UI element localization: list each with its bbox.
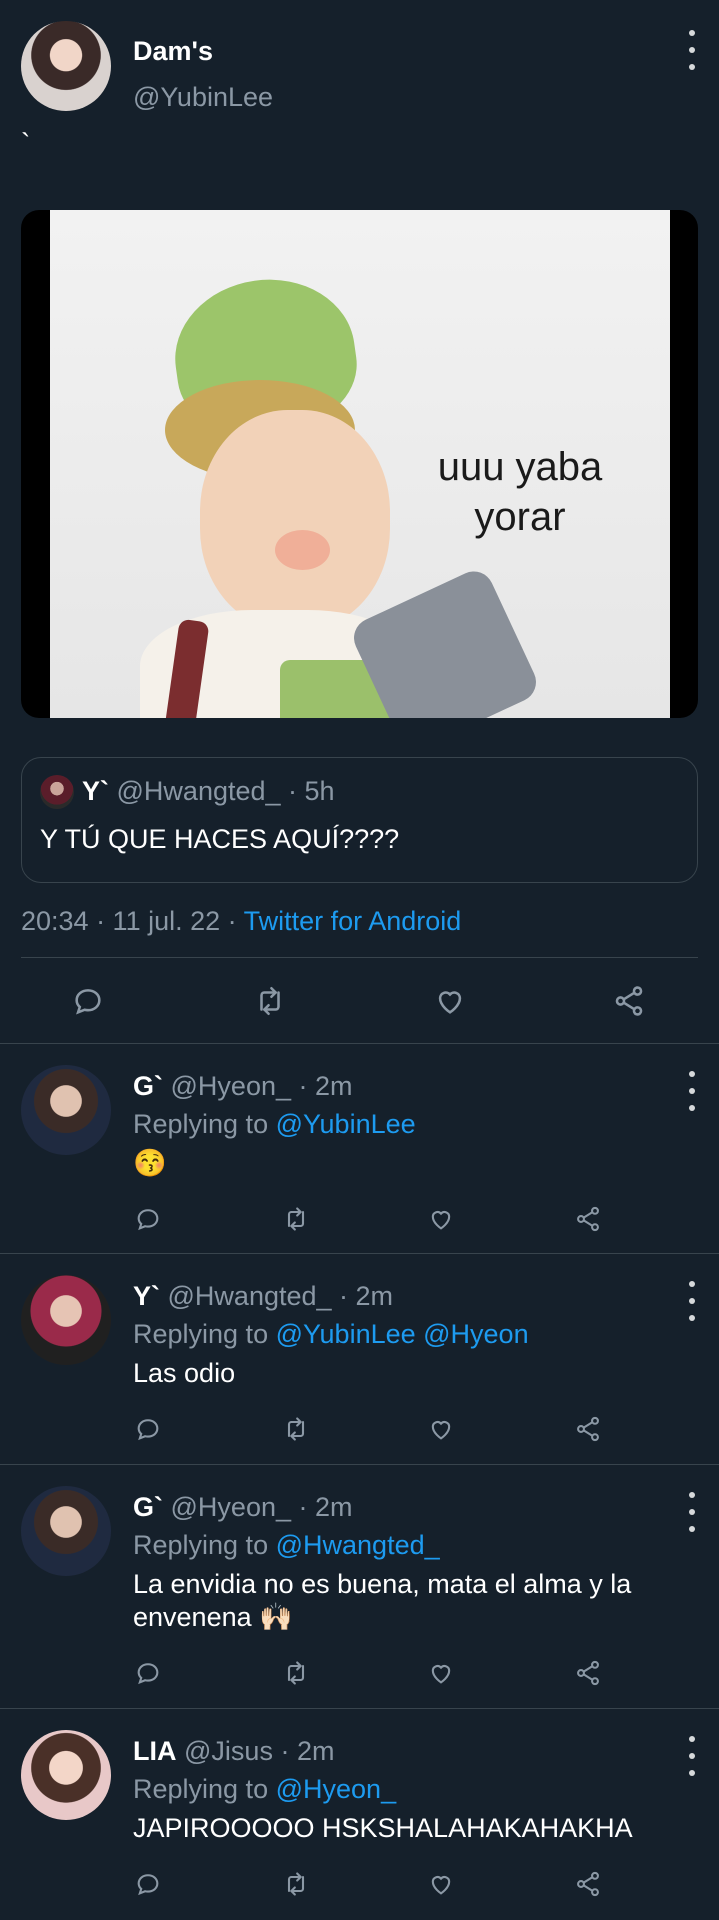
reply-icon[interactable] [128,1199,168,1239]
meme-caption-line-2: yorar [474,495,566,539]
tweet-text: ` [21,128,31,159]
reply-author-name[interactable]: Y` [133,1281,160,1311]
replying-to-label: Replying to [133,1319,269,1349]
heart-icon[interactable] [421,1199,461,1239]
more-vertical-icon[interactable] [680,1281,704,1321]
reply-tweet[interactable]: Y` @Hwangted_ · 2m Replying to @YubinLee… [0,1254,719,1464]
share-icon[interactable] [568,1864,608,1904]
author-avatar[interactable] [21,21,111,111]
meme-caption-line-1: uuu yaba [437,445,603,489]
more-vertical-icon[interactable] [680,1492,704,1532]
reply-author-name[interactable]: G` [133,1492,163,1522]
avatar[interactable] [21,1486,111,1576]
reply-author-handle[interactable]: @Hyeon_ [171,1492,291,1522]
more-vertical-icon[interactable] [680,1071,704,1111]
reply-time: · 2m [298,1492,353,1522]
quote-text: Y TÚ QUE HACES AQUÍ???? [40,824,400,854]
replying-to: Replying to @YubinLee @Hyeon [133,1319,529,1350]
heart-icon[interactable] [421,1409,461,1449]
avatar[interactable] [21,1275,111,1365]
share-icon[interactable] [568,1409,608,1449]
tweet-timestamp: 20:34 · 11 jul. 22 · [21,906,237,936]
avatar[interactable] [21,1065,111,1155]
reply-author-handle[interactable]: @Hyeon_ [171,1071,291,1101]
meta-divider [21,957,698,958]
share-icon[interactable] [609,981,649,1021]
author-name[interactable]: Dam's [133,36,213,67]
reply-tweet[interactable]: G` @Hyeon_ · 2m Replying to @YubinLee 😚 [0,1044,719,1253]
share-icon[interactable] [568,1653,608,1693]
quote-time: · 5h [288,776,335,806]
reply-author-name[interactable]: G` [133,1071,163,1101]
replying-to-label: Replying to [133,1109,269,1139]
heart-icon[interactable] [430,981,470,1021]
reply-text: JAPIROOOOO HSKSHALAHAKAHAKHA [133,1813,633,1843]
reply-header: G` @Hyeon_ · 2m [133,1071,353,1102]
replying-to-link[interactable]: @Hyeon_ [276,1774,396,1804]
reply-time: · 2m [339,1281,394,1311]
reply-icon[interactable] [128,1409,168,1449]
retweet-icon[interactable] [276,1199,316,1239]
retweet-icon[interactable] [276,1409,316,1449]
more-vertical-icon[interactable] [680,30,704,70]
meme-image: uuu yaba yorar [50,210,670,718]
reply-author-handle[interactable]: @Jisus [184,1736,273,1766]
quoted-tweet[interactable]: Y` @Hwangted_ · 5h Y TÚ QUE HACES AQUÍ??… [21,757,698,883]
heart-icon[interactable] [421,1653,461,1693]
replying-to-link[interactable]: @Hwangted_ [276,1530,440,1560]
tweet-media[interactable]: uuu yaba yorar [21,210,698,718]
reply-text: Las odio [133,1358,236,1388]
retweet-icon[interactable] [276,1864,316,1904]
replying-to-label: Replying to [133,1774,269,1804]
replying-to: Replying to @YubinLee [133,1109,416,1140]
reply-text: La envidia no es buena, mata el alma y l… [133,1569,632,1632]
reply-text: 😚 [133,1148,167,1178]
replying-to-link[interactable]: @YubinLee [276,1109,416,1139]
avatar[interactable] [21,1730,111,1820]
reply-header: Y` @Hwangted_ · 2m [133,1281,393,1312]
meme-caption: uuu yaba yorar [50,442,670,542]
quote-header: Y` @Hwangted_ · 5h [82,776,335,807]
more-vertical-icon[interactable] [680,1736,704,1776]
reply-time: · 2m [298,1071,353,1101]
quote-handle: @Hwangted_ [116,776,281,806]
reply-header: G` @Hyeon_ · 2m [133,1492,353,1523]
quote-name: Y` [82,776,109,806]
reply-icon[interactable] [128,1864,168,1904]
author-handle[interactable]: @YubinLee [133,82,273,113]
tweet-meta: 20:34 · 11 jul. 22 · Twitter for Android [21,906,461,937]
reply-icon[interactable] [68,981,108,1021]
replying-to: Replying to @Hyeon_ [133,1774,396,1805]
retweet-icon[interactable] [276,1653,316,1693]
retweet-icon[interactable] [250,981,290,1021]
reply-author-handle[interactable]: @Hwangted_ [168,1281,332,1311]
replying-to-link[interactable]: @YubinLee @Hyeon [276,1319,529,1349]
replying-to-label: Replying to [133,1530,269,1560]
replying-to: Replying to @Hwangted_ [133,1530,440,1561]
share-icon[interactable] [568,1199,608,1239]
reply-time: · 2m [280,1736,335,1766]
reply-tweet[interactable]: LIA @Jisus · 2m Replying to @Hyeon_ JAPI… [0,1709,719,1920]
reply-author-name[interactable]: LIA [133,1736,177,1766]
reply-icon[interactable] [128,1653,168,1693]
quote-avatar [40,775,74,809]
reply-tweet[interactable]: G` @Hyeon_ · 2m Replying to @Hwangted_ L… [0,1465,719,1708]
tweet-source-link[interactable]: Twitter for Android [244,906,462,936]
reply-header: LIA @Jisus · 2m [133,1736,334,1767]
heart-icon[interactable] [421,1864,461,1904]
